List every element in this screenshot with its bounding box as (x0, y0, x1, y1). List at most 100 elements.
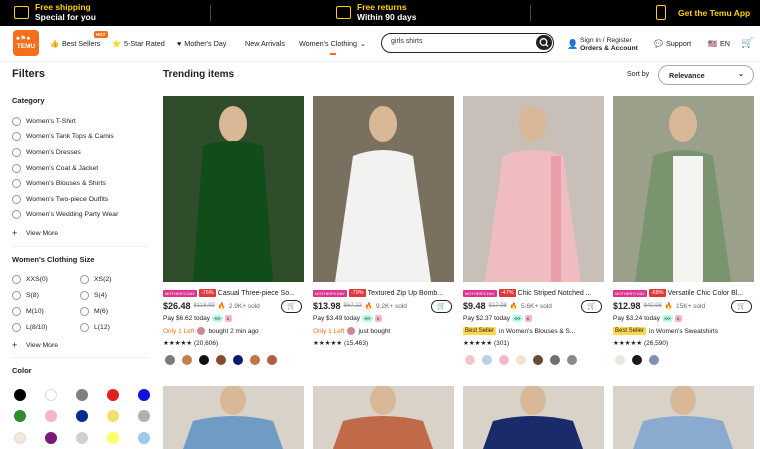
color-swatch[interactable] (45, 432, 57, 444)
review-count: (26,590) (643, 340, 669, 347)
category-label: Women's Wedding Party Wear (26, 211, 119, 218)
product-title-row[interactable]: MOTHER'S DAY -76% Casual Three-piece So.… (163, 288, 304, 298)
color-swatch[interactable] (138, 432, 150, 444)
language-selector[interactable]: 🇺🇸 EN (708, 39, 730, 48)
variant-swatch[interactable] (550, 355, 560, 365)
category-option[interactable]: Women's Two-piece Outfits (12, 195, 108, 204)
variant-swatch[interactable] (567, 355, 577, 365)
category-option[interactable]: Women's T-Shirt (12, 117, 76, 126)
support-link[interactable]: 💬 Support (654, 39, 691, 48)
product-card[interactable] (313, 386, 454, 449)
category-option[interactable]: Women's Wedding Party Wear (12, 210, 118, 219)
color-swatch[interactable] (45, 410, 57, 422)
product-card[interactable]: MOTHER'S DAY -47% Chic Striped Notched .… (463, 96, 604, 365)
free-shipping-banner[interactable]: Free shipping Special for you (14, 2, 96, 22)
cart-icon[interactable]: 🛒 (741, 38, 753, 49)
product-card[interactable] (463, 386, 604, 449)
color-swatch[interactable] (14, 432, 26, 444)
size-option[interactable]: M(6) (80, 307, 108, 316)
product-image[interactable] (613, 386, 754, 449)
size-option[interactable]: XS(2) (80, 275, 111, 284)
category-option[interactable]: Women's Blouses & Shirts (12, 179, 106, 188)
product-title-row[interactable]: MOTHER'S DAY -79% Textured Zip Up Bomb..… (313, 288, 454, 298)
category-option[interactable]: Women's Tank Tops & Camis (12, 132, 114, 141)
size-option[interactable]: XXS(0) (12, 275, 48, 284)
variant-swatch[interactable] (199, 355, 209, 365)
add-to-cart-button[interactable]: 🛒 (731, 300, 752, 313)
variant-swatch[interactable] (615, 355, 625, 365)
size-option[interactable]: M(10) (12, 307, 44, 316)
category-option[interactable]: Women's Dresses (12, 148, 81, 157)
account-link[interactable]: Sign in / Register Orders & Account (580, 37, 638, 53)
color-swatch[interactable] (107, 432, 119, 444)
nav-best-sellers[interactable]: 👍 Best Sellers (50, 39, 100, 48)
category-option[interactable]: Women's Coat & Jacket (12, 164, 98, 173)
product-card[interactable]: MOTHER'S DAY -68% Versatile Chic Color B… (613, 96, 754, 365)
variant-swatch[interactable] (216, 355, 226, 365)
variant-swatch[interactable] (482, 355, 492, 365)
free-returns-banner[interactable]: Free returns Within 90 days (336, 2, 416, 22)
product-image[interactable] (613, 96, 754, 282)
product-image[interactable] (463, 96, 604, 282)
mothers-day-badge: MOTHER'S DAY (463, 289, 497, 297)
category-label: Women's T-Shirt (26, 118, 76, 125)
size-option[interactable]: L(8/10) (12, 323, 48, 332)
variant-swatch[interactable] (632, 355, 642, 365)
product-card[interactable] (163, 386, 304, 449)
color-swatch[interactable] (76, 389, 88, 401)
view-more-categories[interactable]: + View More (12, 228, 58, 238)
nav-new-arrivals[interactable]: New Arrivals (245, 39, 285, 48)
color-swatch[interactable] (138, 410, 150, 422)
nav-mothers-day[interactable]: ♥ Mother's Day (177, 39, 226, 48)
search-input[interactable]: girls shirts (381, 33, 554, 53)
product-image[interactable] (313, 96, 454, 282)
product-photo (485, 106, 581, 282)
product-image[interactable] (163, 386, 304, 449)
size-label: L(8/10) (26, 324, 48, 331)
color-swatch[interactable] (45, 389, 57, 401)
add-to-cart-button[interactable]: 🛒 (431, 300, 452, 313)
variant-swatch[interactable] (165, 355, 175, 365)
color-swatch[interactable] (76, 432, 88, 444)
variant-swatch[interactable] (649, 355, 659, 365)
product-card[interactable]: MOTHER'S DAY -76% Casual Three-piece So.… (163, 96, 304, 365)
variant-swatch[interactable] (499, 355, 509, 365)
sort-select[interactable]: Relevance ⌄ (658, 65, 754, 85)
product-title-row[interactable]: MOTHER'S DAY -47% Chic Striped Notched .… (463, 288, 604, 298)
product-image[interactable] (463, 386, 604, 449)
variant-swatch[interactable] (182, 355, 192, 365)
product-title: Textured Zip Up Bomb... (367, 289, 444, 297)
add-to-cart-button[interactable]: 🛒 (281, 300, 302, 313)
size-option[interactable]: S(4) (80, 291, 107, 300)
product-card[interactable]: MOTHER'S DAY -79% Textured Zip Up Bomb..… (313, 96, 454, 347)
size-option[interactable]: S(8) (12, 291, 39, 300)
color-swatch[interactable] (76, 410, 88, 422)
product-card[interactable] (613, 386, 754, 449)
product-title: Casual Three-piece So... (217, 289, 295, 297)
variant-swatch[interactable] (533, 355, 543, 365)
variant-swatch[interactable] (465, 355, 475, 365)
category-label: Women's Two-piece Outfits (26, 196, 109, 203)
product-title-row[interactable]: MOTHER'S DAY -68% Versatile Chic Color B… (613, 288, 754, 298)
variant-swatch[interactable] (233, 355, 243, 365)
temu-logo[interactable]: ♣⚑♣ TEMU (13, 30, 39, 56)
color-swatch[interactable] (14, 389, 26, 401)
color-swatch[interactable] (107, 410, 119, 422)
product-image[interactable] (163, 96, 304, 282)
variant-swatch[interactable] (516, 355, 526, 365)
color-swatch[interactable] (107, 389, 119, 401)
variant-swatch[interactable] (250, 355, 260, 365)
radio-icon (12, 323, 21, 332)
nav-five-star[interactable]: ⭐ 5-Star Rated (112, 39, 165, 48)
sign-in-label: Sign in / Register (580, 37, 632, 44)
size-option[interactable]: L(12) (80, 323, 110, 332)
nav-womens-clothing[interactable]: Women's Clothing ⌄ (299, 39, 366, 48)
variant-swatch[interactable] (267, 355, 277, 365)
color-swatch[interactable] (14, 410, 26, 422)
view-more-sizes[interactable]: + View More (12, 340, 58, 350)
product-image[interactable] (313, 386, 454, 449)
search-button[interactable] (536, 35, 552, 50)
add-to-cart-button[interactable]: 🛒 (581, 300, 602, 313)
color-swatch[interactable] (138, 389, 150, 401)
get-app-banner[interactable]: Get the Temu App (656, 5, 750, 20)
